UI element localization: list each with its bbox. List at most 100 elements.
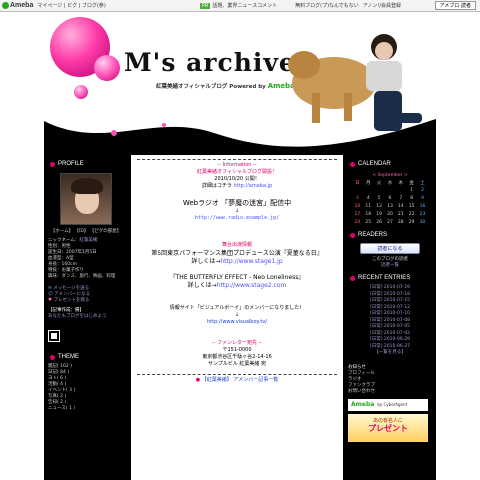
ameba-banner[interactable]: Ameba by CyberAgent (348, 398, 428, 411)
calendar-day (395, 186, 406, 194)
amember-list-link[interactable]: ● 【紅葉美緒】 アメンバー記事一覧 (137, 377, 337, 384)
stage1-url-link[interactable]: http://www.stage1.jp (220, 258, 282, 265)
ameba-logo[interactable]: Ameba (2, 2, 33, 9)
calendar-day[interactable]: 10 (352, 202, 363, 210)
bullet-icon: ● (195, 377, 201, 383)
theme-list: 雑記( 102 ) 日記( 84 ) ヨト( 6 ) 活動( 4 ) イベント(… (48, 364, 124, 412)
header-wave-icon (44, 119, 436, 153)
bullet-icon (50, 161, 55, 167)
record-link[interactable]: あなたもブログをはじめよう (48, 314, 124, 320)
promo-link-2[interactable]: 無料ブログ(プ)なんでもない (295, 2, 359, 9)
promo-link-3[interactable]: アノン!/会員登録 (363, 2, 401, 9)
stage2-url-row: 詳しくは→http://www.stage2.com (187, 282, 287, 289)
bullet-icon (50, 354, 55, 360)
radio-url-link[interactable]: http://www.radio.example.jp/ (137, 215, 337, 222)
profile-info-list: 性別：男性 誕生日：2007年1月5日 血液型：A型 身長：160cm 特技：お… (48, 244, 116, 279)
stage2-url-link[interactable]: http://www.stage2.com (217, 282, 287, 289)
calendar-day[interactable]: 12 (374, 202, 385, 210)
promo-link-1[interactable]: PR 話題、業界ニュースコメント (199, 2, 277, 9)
calendar-day[interactable]: 11 (363, 202, 374, 210)
top-nav-links[interactable]: マイページ | ピグ | ブログ(参) (37, 2, 106, 9)
fan-address: 東京都渋谷区千駄ヶ谷2-14-16 (202, 354, 272, 360)
calendar-grid: 日月火水木金土 1 2 3 4 5 6 7 8 9 10 11 12 13 14 15 16 17 18 19 20 21… (352, 180, 428, 226)
calendar-day[interactable]: 29 (406, 218, 417, 226)
calendar-day[interactable]: 18 (363, 210, 374, 218)
calendar-day[interactable]: 5 (374, 194, 385, 202)
visual-text: 情報サイト「ビジュアルボーイ」のメンバーになりました！ (169, 305, 305, 311)
calendar-day[interactable]: 22 (406, 210, 417, 218)
calendar-day[interactable]: 7 (395, 194, 406, 202)
calendar-day (385, 186, 396, 194)
info-line: 紅葉美緒オフィシャルブログ開設！ (197, 169, 277, 175)
calendar-day[interactable]: 21 (395, 210, 406, 218)
calendar-day[interactable]: 23 (417, 210, 428, 218)
calendar-day[interactable]: 2 (417, 186, 428, 194)
readers-heading: READERS (348, 230, 432, 240)
calendar-day[interactable]: 24 (352, 218, 363, 226)
blog-header: M's archiver 紅葉美緒オフィシャルブログ Powered by Am… (44, 13, 436, 153)
calendar-day[interactable]: 30 (417, 218, 428, 226)
bullet-icon (350, 275, 355, 281)
radio-text: Webラジオ 「夢魔の迷宮」配信中 (182, 199, 292, 207)
bullet-icon (350, 232, 355, 238)
ameba-dot-icon (2, 2, 9, 9)
calendar-month[interactable]: < September > (348, 173, 432, 178)
calendar-day (363, 186, 374, 194)
calendar-day[interactable]: 17 (352, 210, 363, 218)
reader-button[interactable]: 読者になる (360, 243, 420, 254)
all-entries-link[interactable]: 【一覧を見る】 (348, 350, 432, 357)
theme-heading: THEME (48, 352, 124, 362)
calendar-day[interactable]: 26 (374, 218, 385, 226)
info-url-link[interactable]: http://ameba.jp (233, 183, 272, 189)
readers-list-link[interactable]: 読者一覧 (348, 263, 432, 269)
gift-icon: ♥ (48, 298, 53, 303)
calendar-day[interactable]: 25 (363, 218, 374, 226)
left-sidebar: PROFILE 【ホーム】 【ID】 【ピグの部屋】 ニックネーム：紅葉美緒 性… (48, 159, 124, 412)
stage1-title: 第5回東京パフォーマンス集団プロデュース公演『夏菫なる日』 (151, 250, 323, 257)
calendar-day[interactable]: 3 (352, 194, 363, 202)
divider (137, 159, 337, 160)
ameblo-reader-button[interactable]: アメブロ 読者 (434, 1, 476, 10)
info-date: 2010/10/20 公開！ (214, 176, 260, 182)
calendar-day[interactable]: 20 (385, 210, 396, 218)
bullet-icon (350, 161, 355, 167)
calendar-day[interactable]: 8 (406, 194, 417, 202)
recent-heading: RECENT ENTRIES (348, 273, 432, 283)
visual-url-link[interactable]: http://www.visualboy.tv/ (137, 319, 337, 326)
fan-address: サンプルビル 紅葉美緒 宛 (207, 361, 267, 367)
blog-badge-icon[interactable] (48, 330, 60, 342)
calendar-day[interactable]: 6 (385, 194, 396, 202)
main-content: -- Information -- 紅葉美緒オフィシャルブログ開設！ 2010/… (131, 155, 343, 480)
calendar-day[interactable]: 27 (385, 218, 396, 226)
calendar-day[interactable]: 1 (406, 186, 417, 194)
calendar-day[interactable]: 19 (374, 210, 385, 218)
fan-address: 〒151-0000 (222, 347, 252, 353)
profile-links[interactable]: 【ホーム】 【ID】 【ピグの部屋】 (48, 229, 124, 235)
calendar-day[interactable]: 28 (395, 218, 406, 226)
calendar-day[interactable]: 9 (417, 194, 428, 202)
calendar-day[interactable]: 16 (417, 202, 428, 210)
arrow: ↓ (234, 208, 240, 214)
calendar-day[interactable]: 4 (363, 194, 374, 202)
info-url-row: 詳細はコチラ http://ameba.jp (201, 183, 273, 189)
stage-heading: 舞台出演情報 (221, 242, 252, 248)
theme-item[interactable]: ニュース( 1 ) (48, 406, 124, 412)
stage1-url-row: 詳しくは→http://www.stage1.jp (191, 258, 283, 265)
mail-icon: ✉ (48, 286, 52, 291)
calendar-day (352, 186, 363, 194)
divider (137, 374, 337, 375)
present-link[interactable]: ♥ プレゼントを贈る (48, 298, 124, 304)
person-icon: ☺ (48, 292, 53, 297)
calendar-heading: CALENDAR (348, 159, 432, 169)
calendar-day[interactable]: 14 (395, 202, 406, 210)
link-item[interactable]: お問い合わせ (348, 389, 432, 395)
calendar-day[interactable]: 15 (406, 202, 417, 210)
stage2-title: 『THE BUTTERFLY EFFECT - Neo Loneliness』 (169, 274, 305, 281)
info-heading: -- Information -- (217, 162, 257, 168)
present-banner[interactable]: あの有名人に プレゼント (348, 413, 428, 442)
arrow: ↓ (234, 312, 240, 318)
ameba-topbar: Ameba マイページ | ピグ | ブログ(参) PR 話題、業界ニュースコメン… (0, 0, 480, 12)
fan-heading: -- ファンレター宛先 -- (211, 340, 263, 346)
calendar-day[interactable]: 13 (385, 202, 396, 210)
recent-entries-list: [日常] 2010-07-19 [日常] 2010-07-18 [日常] 201… (348, 285, 432, 357)
